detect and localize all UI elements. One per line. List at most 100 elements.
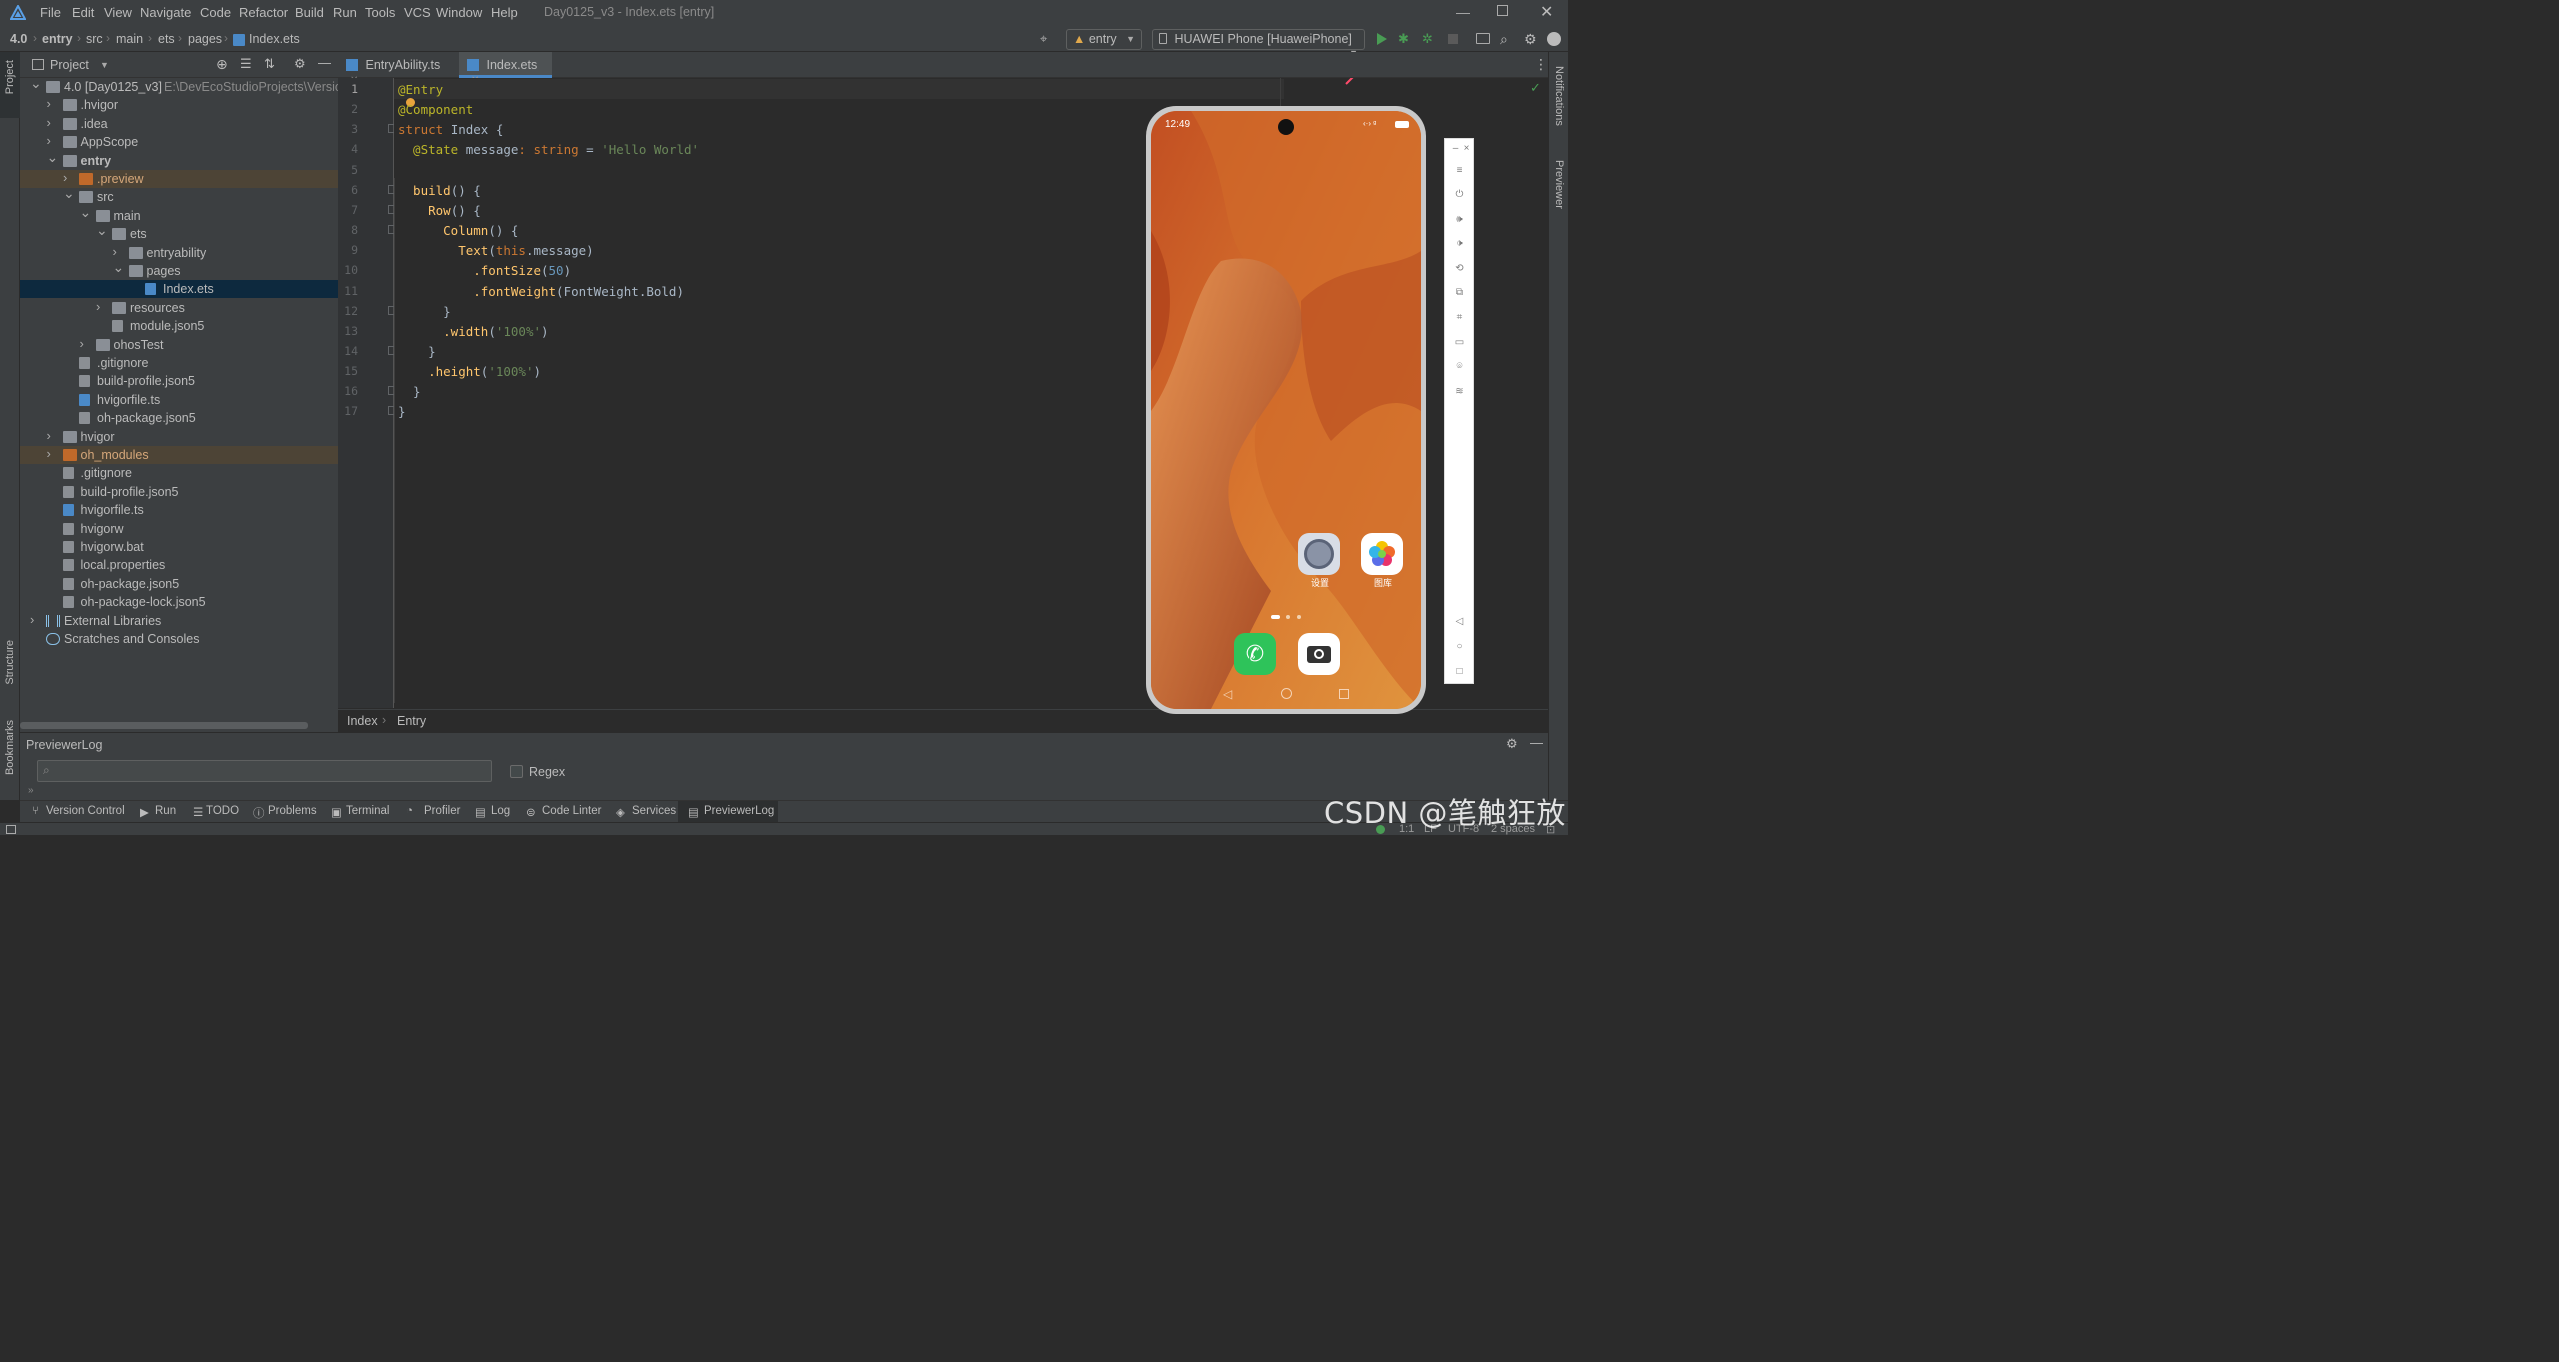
previewer-tool-tab[interactable]: Previewer <box>1553 160 1565 209</box>
back-icon[interactable]: ◁ <box>1454 616 1465 627</box>
tree-item[interactable]: › ohosTest <box>20 336 338 354</box>
tree-item[interactable]: ⌄ src <box>20 185 338 206</box>
chevron-down-icon[interactable]: ⌄ <box>80 204 92 220</box>
dock-camera[interactable] <box>1298 633 1340 675</box>
chevron-down-icon[interactable]: ⌄ <box>47 149 59 165</box>
menu-code[interactable]: Code <box>200 5 231 20</box>
close-button[interactable]: ✕ <box>1540 2 1553 22</box>
device-select[interactable]: HUAWEI Phone [HuaweiPhone] ▼ <box>1152 29 1365 58</box>
menu-refactor[interactable]: Refactor <box>239 5 288 20</box>
tree-item[interactable]: › AppScope <box>20 133 338 151</box>
tree-item[interactable]: Scratches and Consoles <box>20 630 338 648</box>
chevron-right-icon[interactable]: › <box>96 299 106 314</box>
tab-profiler[interactable]: Profiler <box>424 805 460 817</box>
breadcrumb-file[interactable]: Index.ets <box>249 32 300 46</box>
tree-item[interactable]: ⌄ entry <box>20 149 338 170</box>
breadcrumb-entry[interactable]: entry <box>42 32 73 46</box>
menu-file[interactable]: File <box>40 5 61 20</box>
menu-tools[interactable]: Tools <box>365 5 395 20</box>
tree-item[interactable]: oh-package.json5 <box>20 575 338 593</box>
stop-icon[interactable] <box>1448 34 1458 44</box>
expand-all-icon[interactable]: ☰ <box>240 56 252 72</box>
chevron-right-icon[interactable]: › <box>47 96 57 111</box>
chevron-down-icon[interactable]: ⌄ <box>96 222 108 238</box>
tree-item[interactable]: hvigorfile.ts <box>20 391 338 409</box>
battery-sim-icon[interactable]: ▭ <box>1454 337 1465 348</box>
breadcrumb-pages[interactable]: pages <box>188 32 222 46</box>
menu-view[interactable]: View <box>104 5 132 20</box>
tab-problems[interactable]: Problems <box>268 805 317 817</box>
chevron-down-icon[interactable]: ⌄ <box>30 75 42 91</box>
tree-item[interactable]: › resources <box>20 299 338 317</box>
close-icon[interactable]: × <box>1461 143 1472 154</box>
bookmarks-tool-tab[interactable]: Bookmarks <box>4 720 16 775</box>
tab-services[interactable]: Services <box>632 805 676 817</box>
tree-item[interactable]: oh-package.json5 <box>20 409 338 427</box>
wifi-icon[interactable]: ≋ <box>1454 386 1465 397</box>
hide-log-icon[interactable]: — <box>1530 735 1543 750</box>
maximize-button[interactable] <box>1497 5 1508 16</box>
minimize-button[interactable]: — <box>1456 4 1470 20</box>
menu-build[interactable]: Build <box>295 5 324 20</box>
volume-up-icon[interactable]: 🕪 <box>1454 214 1465 225</box>
project-panel-title[interactable]: Project <box>50 58 89 72</box>
tab-log[interactable]: Log <box>491 805 510 817</box>
module-select[interactable]: ▲ entry ▼ <box>1066 29 1142 50</box>
fold-icon[interactable]: ⧉ <box>1454 287 1465 298</box>
code-editor[interactable]: ✓ @Entry @Component struct Index { @State … <box>394 78 1541 708</box>
chevron-right-icon[interactable]: › <box>30 612 40 627</box>
expand-log-icon[interactable]: » <box>28 785 34 796</box>
tree-item[interactable]: ⌄ pages <box>20 259 338 280</box>
tree-item[interactable]: build-profile.json5 <box>20 372 338 390</box>
app-settings[interactable]: 设置 <box>1298 533 1342 589</box>
tree-item[interactable]: ⌄ 4.0 [Day0125_v3] E:\DevEcoStudioProjects… <box>20 75 356 96</box>
breadcrumb-main[interactable]: main <box>116 32 143 46</box>
chevron-down-icon[interactable]: ⌄ <box>113 259 125 275</box>
nav-back-icon[interactable]: ◁ <box>1223 687 1232 701</box>
phone-screen[interactable]: 12:49 ‹·› ᵍ 设置 图库 ✆ ◁ <box>1151 111 1421 709</box>
crumb-entry[interactable]: Entry <box>397 714 426 728</box>
menu-window[interactable]: Window <box>436 5 482 20</box>
power-icon[interactable]: ⏻ <box>1454 189 1465 200</box>
panel-settings-icon[interactable]: ⚙ <box>294 56 306 72</box>
tab-terminal[interactable]: Terminal <box>346 805 389 817</box>
tab-run[interactable]: Run <box>155 805 176 817</box>
tree-item[interactable]: build-profile.json5 <box>20 483 338 501</box>
menu-run[interactable]: Run <box>333 5 357 20</box>
home-icon[interactable]: ○ <box>1454 641 1465 652</box>
chevron-right-icon[interactable]: › <box>80 336 90 351</box>
tree-item[interactable]: › .idea <box>20 115 338 133</box>
log-search-input[interactable]: ⌕ <box>37 760 492 782</box>
chevron-right-icon[interactable]: › <box>113 244 123 259</box>
minimize-icon[interactable]: – <box>1450 143 1461 154</box>
tree-item[interactable]: ⌄ ets <box>20 222 338 243</box>
chevron-right-icon[interactable]: › <box>47 428 57 443</box>
tab-entryability[interactable]: EntryAbility.ts ✕ <box>338 52 456 86</box>
project-tool-tab[interactable]: Project <box>0 52 20 118</box>
tab-index[interactable]: Index.ets ✕ <box>459 52 552 86</box>
breadcrumb-ets[interactable]: ets <box>158 32 175 46</box>
chevron-down-icon[interactable]: ▼ <box>100 60 109 70</box>
recent-icon[interactable]: □ <box>1454 666 1465 677</box>
tree-item[interactable]: hvigorfile.ts <box>20 501 338 519</box>
hide-panel-icon[interactable]: — <box>318 55 331 70</box>
tab-todo[interactable]: TODO <box>206 805 239 817</box>
tree-item[interactable]: .gitignore <box>20 464 338 482</box>
menu-icon[interactable]: ≡ <box>1454 165 1465 176</box>
horizontal-scrollbar[interactable] <box>20 722 308 729</box>
tree-item[interactable]: Index.ets <box>20 280 338 299</box>
log-settings-icon[interactable]: ⚙ <box>1506 736 1518 752</box>
tree-item[interactable]: .gitignore <box>20 354 338 372</box>
screenshot-icon[interactable]: ⌗ <box>1454 312 1465 323</box>
inspection-ok-icon[interactable]: ✓ <box>1530 80 1541 96</box>
settings-icon[interactable]: ⚙ <box>1524 31 1540 47</box>
tree-item[interactable]: hvigorw.bat <box>20 538 338 556</box>
notifications-tool-tab[interactable]: Notifications <box>1553 66 1565 126</box>
project-structure-icon[interactable] <box>1476 33 1490 44</box>
tree-item[interactable]: › hvigor <box>20 428 338 446</box>
menu-help[interactable]: Help <box>491 5 518 20</box>
tab-previewerlog[interactable]: ▤ PreviewerLog <box>678 801 778 823</box>
attach-debugger-icon[interactable]: ✲ <box>1422 31 1438 47</box>
tab-code-linter[interactable]: Code Linter <box>542 805 601 817</box>
rotate-icon[interactable]: ⟲ <box>1454 263 1465 274</box>
